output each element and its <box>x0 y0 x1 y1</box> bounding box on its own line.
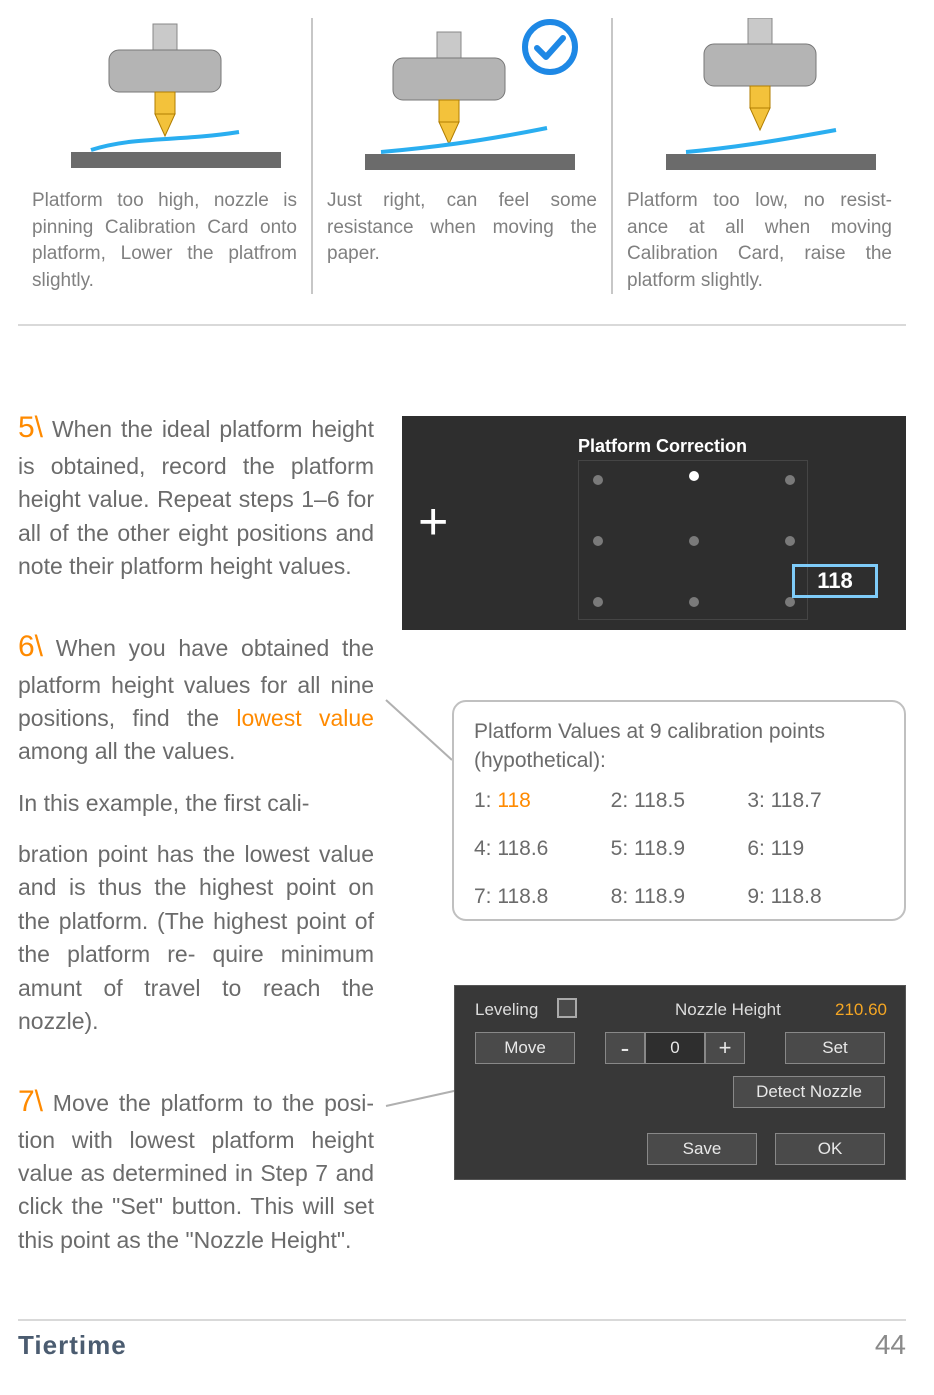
save-button[interactable]: Save <box>647 1133 757 1165</box>
values-grid: 1: 118 2: 118.5 3: 118.7 4: 118.6 5: 118… <box>474 789 884 909</box>
decrement-button[interactable]: - <box>605 1032 645 1064</box>
nozzle-height-label: Nozzle Height <box>675 1000 781 1020</box>
cal-dot <box>785 536 795 546</box>
val-6: 6: 119 <box>747 837 884 861</box>
cal-dot <box>689 597 699 607</box>
val-3: 3: 118.7 <box>747 789 884 813</box>
val-8: 8: 118.9 <box>611 885 748 909</box>
val-1: 1: 118 <box>474 789 611 813</box>
detect-nozzle-button[interactable]: Detect Nozzle <box>733 1076 885 1108</box>
step-5: 5\ When the ideal platform height is obt… <box>18 406 374 583</box>
plus-icon: + <box>418 492 448 552</box>
ok-button[interactable]: OK <box>775 1133 885 1165</box>
nozzle-diagram-too-low <box>627 18 892 188</box>
step-6-b: In this example, the first cali- <box>18 787 374 820</box>
cal-dot <box>593 597 603 607</box>
step-6-a: 6\ When you have obtained the platform h… <box>18 625 374 769</box>
platform-values-table: Platform Values at 9 calibration points … <box>452 700 906 921</box>
lowest-value-highlight: lowest value <box>236 705 374 731</box>
val-2: 2: 118.5 <box>611 789 748 813</box>
caption-too-high: Platform too high, nozzle is pinning Cal… <box>32 188 297 294</box>
leveling-checkbox[interactable] <box>557 998 577 1018</box>
caption-too-low: Platform too low, no resist-ance at all … <box>627 188 892 294</box>
checkmark-icon <box>521 18 579 76</box>
step-7: 7\ Move the platform to the posi-tion wi… <box>18 1080 374 1257</box>
calibration-states-row: Platform too high, nozzle is pinning Cal… <box>18 18 906 326</box>
page-footer: Tiertime 44 <box>18 1319 906 1369</box>
cal-dot <box>593 475 603 485</box>
state-just-right: Just right, can feel some resistance whe… <box>311 18 611 294</box>
nozzle-diagram-too-high <box>32 18 297 188</box>
nozzle-height-value: 210.60 <box>835 1000 887 1020</box>
platform-correction-screenshot: + Platform Correction 118 <box>402 416 906 630</box>
step-6-text-b: among all the values. <box>18 738 235 764</box>
position-value[interactable]: 0 <box>645 1032 705 1064</box>
step-6-num: 6\ <box>18 630 43 663</box>
platform-correction-title: Platform Correction <box>578 436 747 457</box>
height-value-readout: 118 <box>792 564 878 598</box>
increment-button[interactable]: + <box>705 1032 745 1064</box>
step-7-text: Move the platform to the posi-tion with … <box>18 1090 374 1253</box>
state-too-high: Platform too high, nozzle is pinning Cal… <box>18 18 311 294</box>
move-button[interactable]: Move <box>475 1032 575 1064</box>
nozzle-diagram-just-right <box>327 18 597 188</box>
nozzle-height-screenshot: Leveling Nozzle Height 210.60 Move - 0 +… <box>454 985 906 1180</box>
set-button[interactable]: Set <box>785 1032 885 1064</box>
brand-logo: Tiertime <box>18 1330 127 1361</box>
val-4: 4: 118.6 <box>474 837 611 861</box>
step-6-c: bration point has the lowest value and i… <box>18 838 374 1038</box>
cal-dot <box>785 475 795 485</box>
val-5: 5: 118.9 <box>611 837 748 861</box>
step-5-text: When the ideal platform height is obtain… <box>18 416 374 579</box>
calibration-dot-grid <box>578 460 808 620</box>
state-too-low: Platform too low, no resist-ance at all … <box>611 18 906 294</box>
cal-dot-active <box>689 471 699 481</box>
cal-dot <box>593 536 603 546</box>
leveling-label: Leveling <box>475 1000 538 1020</box>
caption-just-right: Just right, can feel some resistance whe… <box>327 188 597 268</box>
cal-dot <box>689 536 699 546</box>
page-number: 44 <box>875 1329 906 1361</box>
cal-dot <box>785 597 795 607</box>
val-9: 9: 118.8 <box>747 885 884 909</box>
step-7-num: 7\ <box>18 1085 43 1118</box>
step-5-num: 5\ <box>18 411 43 444</box>
val-7: 7: 118.8 <box>474 885 611 909</box>
values-table-title: Platform Values at 9 calibration points … <box>474 718 884 775</box>
